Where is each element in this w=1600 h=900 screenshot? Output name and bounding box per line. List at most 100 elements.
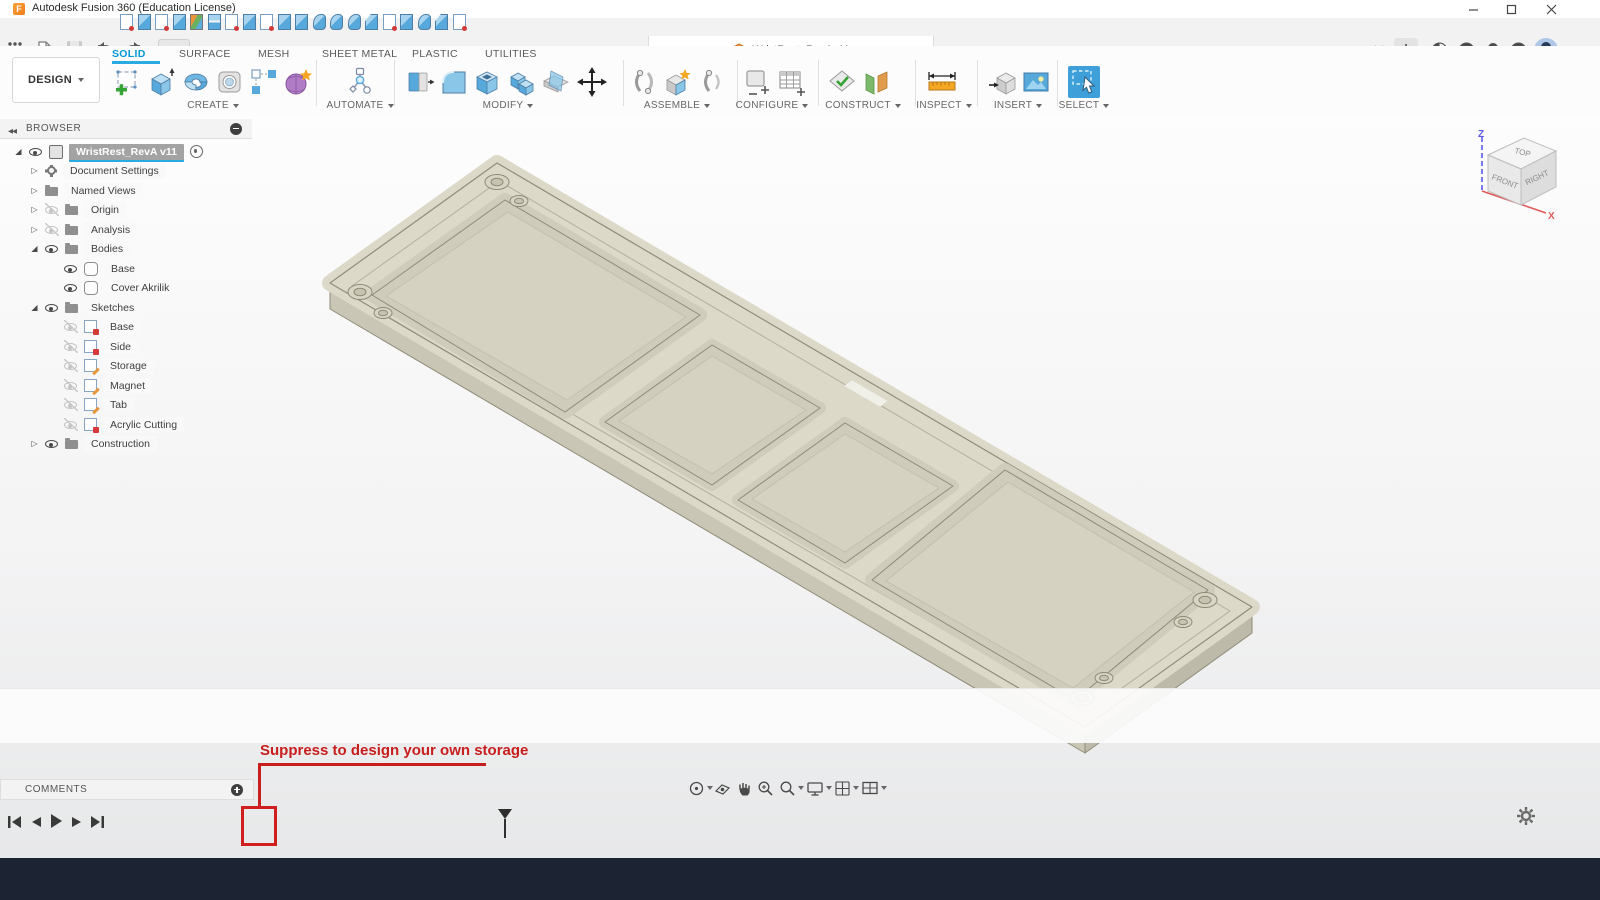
timeline-feature-extrude[interactable] [295, 14, 308, 30]
timeline-feature-extrude[interactable] [138, 14, 151, 30]
timeline-step-back-button[interactable] [27, 812, 45, 832]
browser-remove-icon[interactable] [230, 123, 242, 135]
timeline-go-to-end-button[interactable] [88, 812, 106, 832]
visibility-eye-off-icon[interactable] [45, 223, 59, 236]
midplane-button[interactable] [860, 66, 892, 98]
insert-derive-button[interactable] [986, 66, 1018, 98]
press-pull-button[interactable] [404, 66, 436, 98]
group-label-automate[interactable]: AUTOMATE [320, 100, 400, 111]
minimize-button[interactable] [1458, 0, 1488, 18]
visibility-eye-off-icon[interactable] [64, 320, 78, 333]
zoom-button[interactable] [779, 779, 804, 797]
visibility-eye-off-icon[interactable] [64, 359, 78, 372]
joint-origin-button[interactable] [696, 66, 728, 98]
browser-item-named-views[interactable]: Named Views [30, 182, 143, 199]
browser-panel-header[interactable]: BROWSER [0, 119, 252, 139]
timeline-feature-sketch[interactable] [225, 14, 238, 30]
group-label-insert[interactable]: INSERT [985, 100, 1051, 111]
grid-snaps-button[interactable] [834, 779, 859, 797]
expand-arrow-icon[interactable] [30, 205, 39, 214]
browser-item-sketch-tab[interactable]: Tab [64, 396, 134, 413]
tab-plastic[interactable]: PLASTIC [412, 48, 458, 60]
visibility-eye-icon[interactable] [64, 281, 78, 294]
collapse-panel-icon[interactable] [8, 120, 16, 138]
visibility-eye-icon[interactable] [29, 145, 43, 158]
view-cube[interactable]: Z X TOP FRONT RIGHT [1448, 125, 1578, 225]
browser-item-body-base[interactable]: Base [64, 260, 142, 277]
timeline-feature-sketch[interactable] [453, 14, 466, 30]
visibility-eye-off-icon[interactable] [64, 398, 78, 411]
timeline-feature-extrude[interactable] [278, 14, 291, 30]
timeline-feature-fillet[interactable] [330, 14, 343, 30]
visibility-eye-off-icon[interactable] [64, 379, 78, 392]
timeline-feature-sketch[interactable] [260, 14, 273, 30]
expand-arrow-icon[interactable] [30, 166, 39, 175]
group-label-modify[interactable]: MODIFY [475, 100, 541, 111]
shell-button[interactable] [472, 66, 504, 98]
expand-arrow-icon[interactable] [30, 439, 39, 448]
timeline-feature-sketch[interactable] [383, 14, 396, 30]
display-settings-button[interactable] [806, 779, 832, 797]
expand-arrow-icon[interactable] [30, 186, 39, 195]
configuration-table-button[interactable] [776, 66, 808, 98]
group-label-assemble[interactable]: ASSEMBLE [635, 100, 719, 111]
timeline-feature-extrude[interactable] [400, 14, 413, 30]
activate-component-icon[interactable] [190, 145, 203, 158]
visibility-eye-icon[interactable] [64, 262, 78, 275]
look-at-button[interactable] [714, 779, 731, 797]
fillet-button[interactable] [438, 66, 470, 98]
timeline-feature-chamfer[interactable] [365, 14, 378, 30]
tab-mesh[interactable]: MESH [258, 48, 290, 60]
visibility-eye-icon[interactable] [45, 301, 59, 314]
combine-button[interactable] [506, 66, 538, 98]
browser-item-sketch-acrylic-cutting[interactable]: Acrylic Cutting [64, 416, 184, 433]
timeline-play-button[interactable] [47, 811, 65, 831]
browser-item-origin[interactable]: Origin [30, 201, 126, 218]
visibility-eye-icon[interactable] [45, 242, 59, 255]
new-component-button[interactable] [662, 66, 694, 98]
group-label-construct[interactable]: CONSTRUCT [818, 100, 908, 111]
expand-arrow-icon[interactable] [30, 303, 39, 312]
close-button[interactable] [1536, 0, 1566, 18]
insert-canvas-button[interactable] [1020, 66, 1052, 98]
browser-item-analysis[interactable]: Analysis [30, 221, 137, 238]
visibility-eye-off-icon[interactable] [64, 418, 78, 431]
timeline-position-marker[interactable] [496, 808, 516, 840]
browser-item-body-cover-akrilik[interactable]: Cover Akrilik [64, 279, 176, 296]
tab-utilities[interactable]: UTILITIES [485, 48, 537, 60]
timeline-step-forward-button[interactable] [68, 812, 86, 832]
timeline-feature-extrude[interactable] [243, 14, 256, 30]
joint-button[interactable] [628, 66, 660, 98]
expand-arrow-icon[interactable] [14, 147, 23, 156]
workspace-selector[interactable]: DESIGN [12, 57, 100, 103]
browser-item-sketch-storage[interactable]: Storage [64, 357, 154, 374]
browser-item-sketches[interactable]: Sketches [30, 299, 141, 316]
browser-item-document-settings[interactable]: Document Settings [30, 162, 166, 179]
browser-item-sketch-magnet[interactable]: Magnet [64, 377, 152, 394]
split-body-button[interactable] [540, 66, 572, 98]
browser-item-sketch-side[interactable]: Side [64, 338, 138, 355]
model-viewport[interactable]: Z X TOP FRONT RIGHT BROWSER WristRest_Re… [0, 116, 1600, 858]
move-copy-button[interactable] [576, 66, 608, 98]
timeline-feature-combine[interactable] [190, 14, 203, 30]
timeline-feature-sketch[interactable] [155, 14, 168, 30]
measure-button[interactable] [926, 66, 958, 98]
revolve-button[interactable] [180, 66, 212, 98]
tab-solid[interactable]: SOLID [112, 48, 146, 60]
tab-surface[interactable]: SURFACE [179, 48, 231, 60]
browser-item-bodies[interactable]: Bodies [30, 240, 130, 257]
browser-item-sketch-base[interactable]: Base [64, 318, 141, 335]
timeline-feature-extrude[interactable] [173, 14, 186, 30]
pan-button[interactable] [736, 779, 752, 797]
maximize-button[interactable] [1496, 0, 1526, 18]
pattern-button[interactable] [248, 66, 280, 98]
browser-item-root[interactable]: WristRest_RevA v11 [14, 143, 203, 160]
timeline-feature-fillet[interactable] [418, 14, 431, 30]
timeline-feature-fillet[interactable] [313, 14, 326, 30]
timeline-go-to-start-button[interactable] [6, 812, 24, 832]
group-label-select[interactable]: SELECT [1049, 100, 1119, 111]
group-label-create[interactable]: CREATE [178, 100, 248, 111]
tab-sheet-metal[interactable]: SHEET METAL [322, 48, 397, 60]
extrude-button[interactable] [146, 66, 178, 98]
timeline-feature-sketch[interactable] [120, 14, 133, 30]
